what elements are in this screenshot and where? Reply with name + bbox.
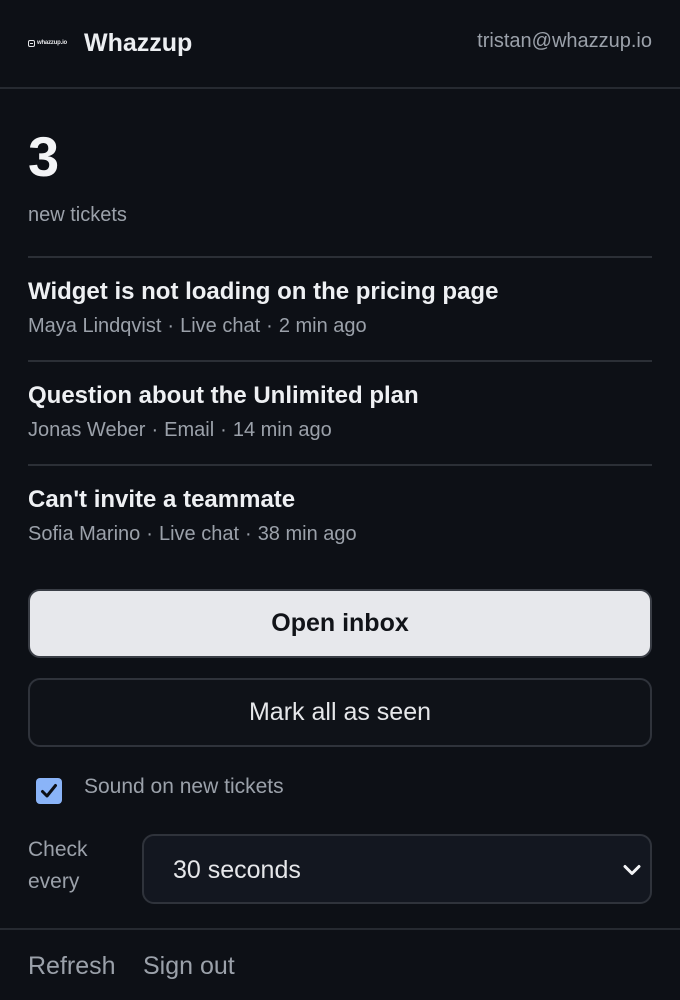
ticket-meta: Maya Lindqvist · Live chat · 2 min ago [28, 314, 367, 338]
footer: Refresh Sign out [0, 928, 680, 1000]
check-interval-value: 30 seconds [173, 856, 301, 884]
popup-root: whazzup.io Whazzup tristan@whazzup.io 3 … [0, 0, 680, 1000]
meta-separator: · [220, 419, 227, 441]
logo-text: whazzup.io [37, 40, 67, 46]
ticket-item[interactable]: Widget is not loading on the pricing pag… [28, 256, 652, 360]
brand-name: Whazzup [84, 29, 193, 57]
mark-all-seen-button[interactable]: Mark all as seen [28, 678, 652, 747]
refresh-link[interactable]: Refresh [28, 952, 116, 980]
meta-separator: · [167, 315, 175, 337]
ticket-title: Can't invite a teammate [28, 486, 296, 513]
ticket-channel: Live chat [158, 523, 240, 545]
ticket-item[interactable]: Can't invite a teammate Sofia Marino · Liv… [28, 464, 652, 568]
ticket-customer: Sofia Marino [28, 523, 141, 545]
open-inbox-button[interactable]: Open inbox [28, 589, 652, 658]
ticket-customer: Jonas Weber [28, 419, 146, 441]
meta-separator: · [245, 523, 252, 545]
new-ticket-count: 3 [28, 125, 60, 188]
ticket-title: Widget is not loading on the pricing pag… [28, 278, 499, 305]
ticket-list: Widget is not loading on the pricing pag… [28, 256, 652, 568]
ticket-customer: Maya Lindqvist [28, 315, 162, 337]
meta-separator: · [151, 419, 159, 441]
account-email: tristan@whazzup.io [477, 30, 652, 52]
ticket-channel: Live chat [180, 315, 261, 337]
header: whazzup.io Whazzup tristan@whazzup.io [0, 0, 680, 89]
sign-out-link[interactable]: Sign out [143, 952, 235, 980]
new-ticket-label: new tickets [28, 204, 127, 226]
checkmark-icon [41, 784, 57, 798]
check-interval-select[interactable]: 30 seconds [142, 834, 652, 904]
ticket-age: 2 min ago [278, 315, 367, 337]
ticket-age: 38 min ago [257, 523, 357, 545]
sound-checkbox-label[interactable]: Sound on new tickets [84, 775, 284, 799]
ticket-age: 14 min ago [232, 419, 332, 441]
ticket-title: Question about the Unlimited plan [28, 382, 419, 409]
chevron-down-icon [623, 865, 641, 875]
ticket-item[interactable]: Question about the Unlimited plan Jonas … [28, 360, 652, 464]
meta-separator: · [146, 523, 153, 545]
chat-bubble-icon [28, 39, 35, 47]
logo: whazzup.io [28, 38, 68, 48]
ticket-meta: Sofia Marino · Live chat · 38 min ago [28, 522, 357, 546]
ticket-channel: Email [164, 419, 215, 441]
check-interval-label: Check every [28, 838, 88, 893]
ticket-meta: Jonas Weber · Email · 14 min ago [28, 418, 332, 442]
meta-separator: · [266, 315, 273, 337]
sound-checkbox[interactable] [36, 778, 62, 804]
